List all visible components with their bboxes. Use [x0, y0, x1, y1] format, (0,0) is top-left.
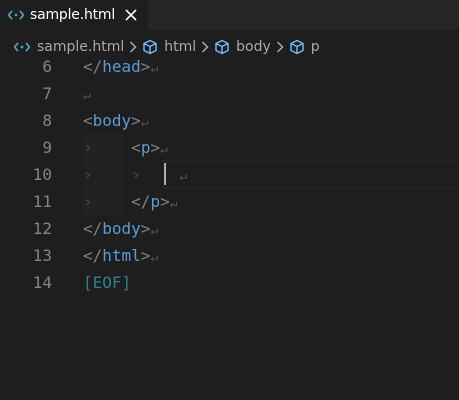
tag-punct: < — [83, 111, 93, 130]
code-line-current: 10 › › ↵ — [0, 161, 459, 188]
indent-guide: › — [83, 192, 93, 211]
chevron-right-icon — [129, 41, 137, 53]
line-content: › </p>↵ — [83, 188, 178, 217]
tag-name: body — [102, 219, 141, 238]
line-number: 13 — [32, 246, 52, 265]
code-line: 8 <body>↵ — [0, 107, 459, 134]
code-editor[interactable]: 6 </head>↵ 7 ↵ 8 <body>↵ 9 › <p>↵ 10 › ›… — [0, 53, 459, 400]
eol-marker: ↵ — [169, 196, 178, 211]
eol-marker: ↵ — [150, 223, 159, 238]
code-line: 13 </html>↵ — [0, 242, 459, 269]
tag-punct: </ — [83, 57, 103, 76]
tag-punct: > — [160, 192, 170, 211]
tag-punct: > — [140, 57, 151, 76]
line-content: › <p>↵ — [83, 134, 168, 163]
code-line: 11 › </p>↵ — [0, 188, 459, 215]
line-number: 12 — [32, 219, 52, 238]
current-line-highlight — [162, 161, 459, 188]
line-number: 8 — [42, 111, 52, 130]
line-content: [EOF] — [83, 269, 131, 296]
line-number: 9 — [42, 138, 52, 157]
code-line: 6 </head>↵ — [0, 53, 459, 80]
chevron-right-icon — [201, 41, 209, 53]
tag-punct: </ — [131, 192, 151, 211]
tag-punct: > — [140, 219, 151, 238]
tag-punct: > — [140, 246, 151, 265]
eol-marker: ↵ — [150, 61, 159, 76]
indent-guide: › — [83, 138, 93, 157]
line-number: 6 — [42, 57, 52, 76]
indent-guide: › — [83, 165, 93, 184]
tag-punct: > — [150, 138, 161, 157]
eol-marker: ↵ — [140, 115, 149, 130]
html-file-icon — [8, 7, 24, 23]
tab-label: sample.html — [30, 7, 116, 23]
tag-punct: > — [131, 111, 141, 130]
tag-name: body — [92, 111, 132, 130]
code-line: 12 </body>↵ — [0, 215, 459, 242]
indent-guide: › — [131, 165, 141, 184]
close-icon[interactable] — [124, 8, 138, 22]
line-content: ↵ — [83, 80, 91, 109]
eol-marker: ↵ — [83, 88, 91, 103]
line-content: › › ↵ — [83, 161, 187, 190]
line-content: </html>↵ — [83, 242, 158, 271]
code-line: 9 › <p>↵ — [0, 134, 459, 161]
line-content: </body>↵ — [83, 215, 158, 244]
code-line: 14 [EOF] — [0, 269, 459, 296]
line-number: 14 — [32, 273, 52, 292]
code-line: 7 ↵ — [0, 80, 459, 107]
eol-marker: ↵ — [150, 250, 159, 265]
line-number: 11 — [32, 192, 52, 211]
line-number: 7 — [42, 84, 52, 103]
tag-punct: </ — [83, 219, 103, 238]
eof-marker: [EOF] — [83, 273, 132, 292]
tag-name: p — [150, 192, 161, 211]
tab-bar: sample.html — [0, 0, 459, 30]
tab-sample-html[interactable]: sample.html — [0, 0, 148, 30]
tag-name: p — [140, 138, 151, 157]
tag-name: head — [102, 57, 141, 76]
chevron-right-icon — [276, 41, 284, 53]
line-number: 10 — [32, 165, 52, 184]
html-file-icon — [14, 42, 30, 52]
eol-marker: ↵ — [160, 142, 168, 157]
tag-punct: < — [131, 138, 141, 157]
line-content: </head>↵ — [83, 53, 158, 82]
line-content: <body>↵ — [83, 107, 149, 136]
eol-marker: ↵ — [179, 169, 188, 184]
tag-name: html — [102, 246, 141, 265]
tag-punct: </ — [83, 246, 103, 265]
